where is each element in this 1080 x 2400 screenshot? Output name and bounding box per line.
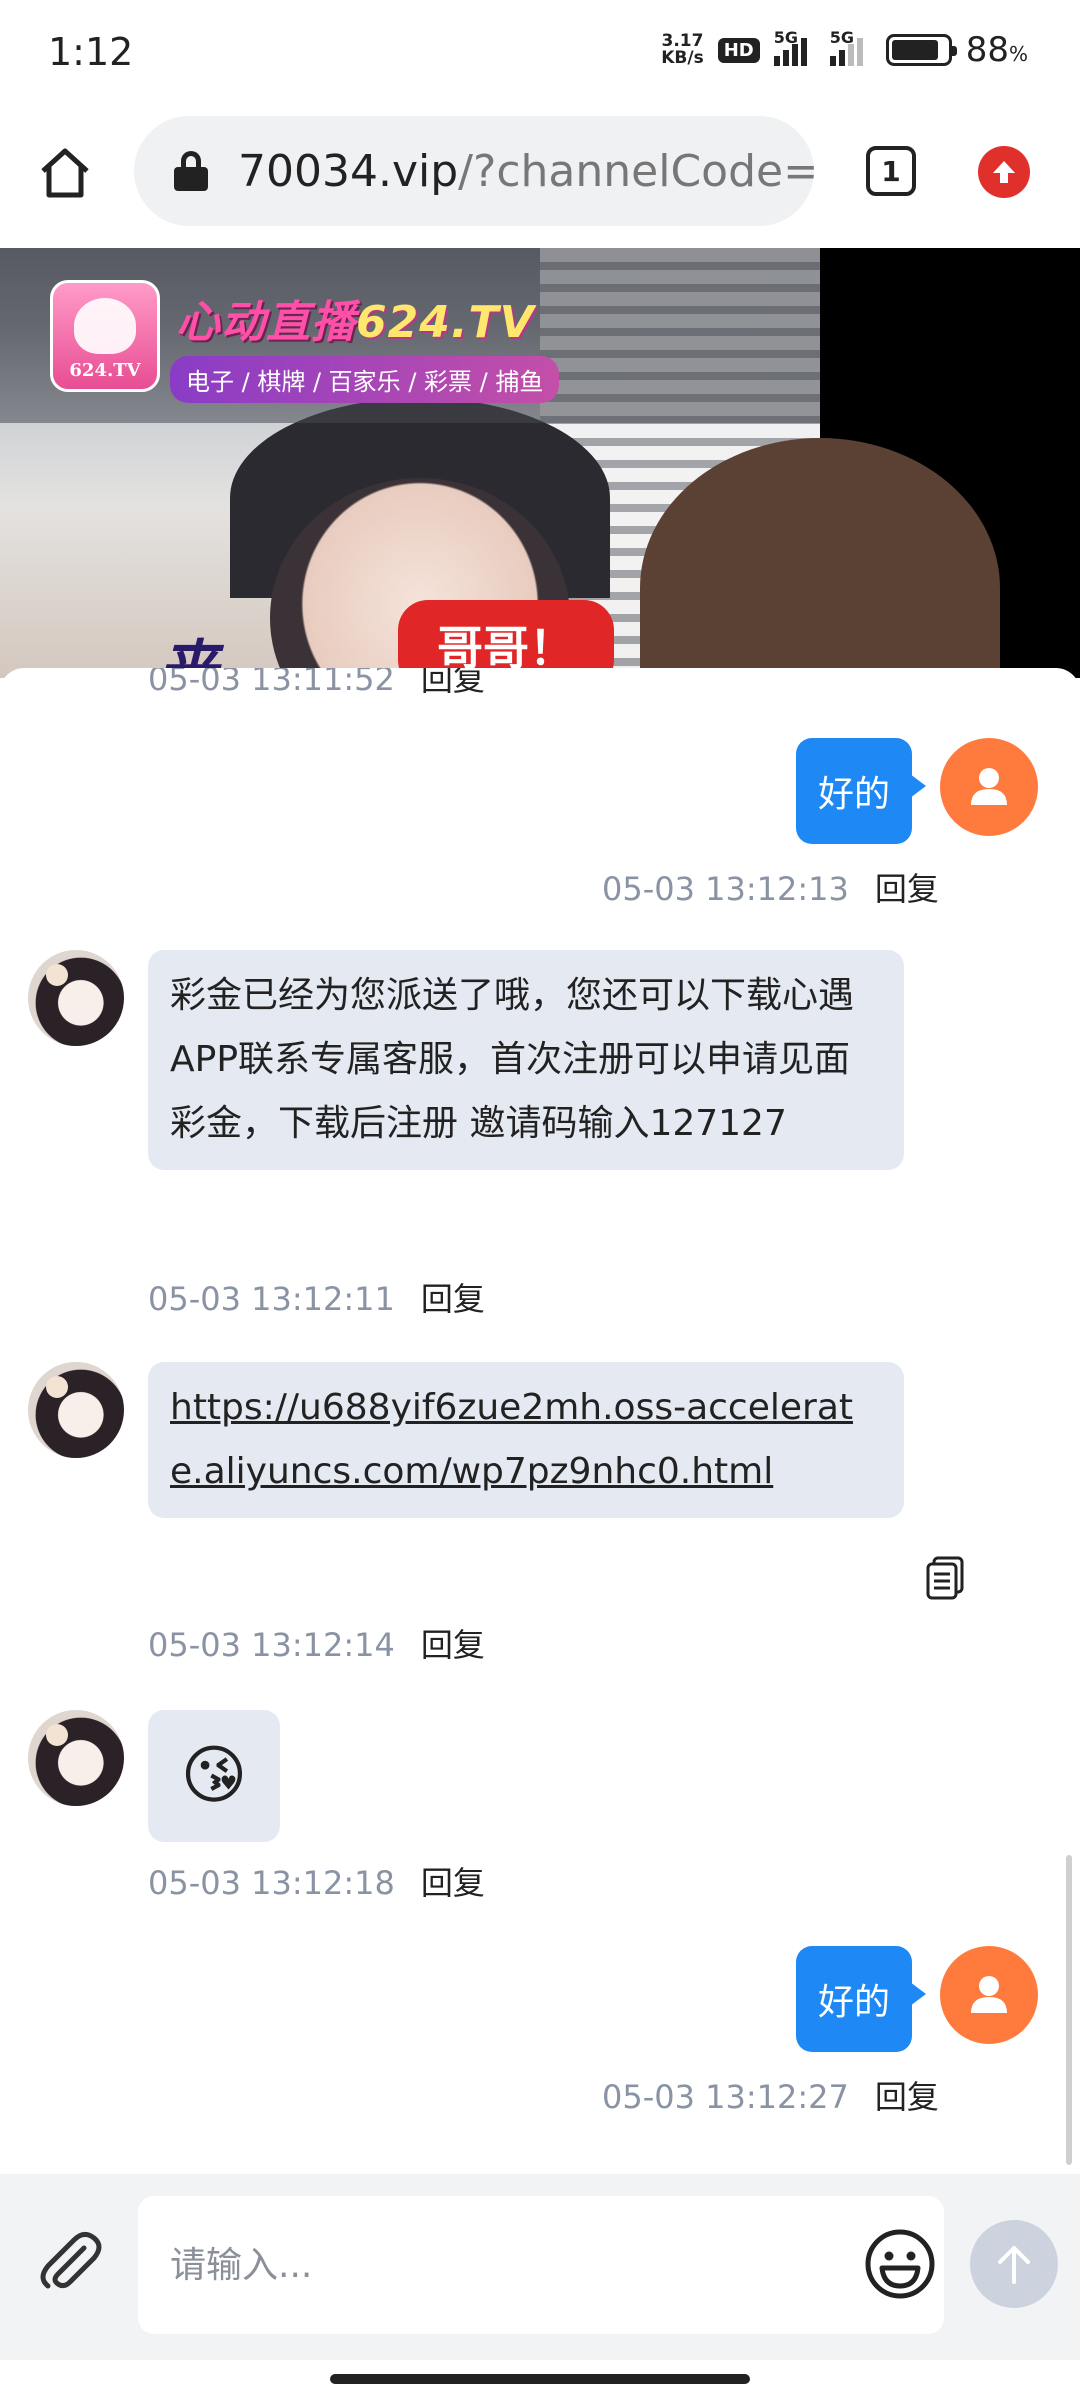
home-indicator[interactable] [330, 2374, 750, 2384]
tabs-button[interactable]: 1 [866, 146, 916, 196]
home-button[interactable] [32, 140, 98, 206]
avatar [940, 738, 1038, 836]
attach-icon[interactable] [34, 2226, 106, 2298]
status-time: 1:12 [48, 30, 134, 74]
message-input-container[interactable] [138, 2196, 944, 2334]
scrollbar[interactable] [1066, 1855, 1072, 2165]
tab-count: 1 [881, 154, 901, 188]
message-bubble-incoming[interactable]: 彩金已经为您派送了哦，您还可以下载心遇APP联系专属客服，首次注册可以申请见面彩… [148, 950, 904, 1170]
message-input[interactable] [170, 2196, 830, 2334]
message-meta: 05-03 13:11:52 回复 [148, 668, 485, 700]
status-indicators: 3.17 KB/s HD 5G 5G 88% [661, 28, 1028, 70]
avatar [940, 1946, 1038, 2044]
reply-link[interactable]: 回复 [421, 668, 485, 698]
address-bar[interactable]: 70034.vip/?channelCode=7 [134, 116, 814, 226]
reply-link[interactable]: 回复 [875, 2078, 939, 2116]
url-text: 70034.vip/?channelCode=7 [238, 145, 814, 197]
banner-badge: 哥哥！ [398, 600, 614, 678]
composer-bar [0, 2174, 1080, 2360]
reply-link[interactable]: 回复 [875, 870, 939, 908]
brand-title: 心动直播624.TV [176, 297, 535, 348]
reply-link[interactable]: 回复 [421, 1626, 485, 1664]
battery-icon [885, 34, 957, 66]
user-icon [971, 1976, 1007, 2013]
agent-avatar [28, 1710, 124, 1806]
message-bubble-outgoing[interactable]: 好的 [796, 1946, 927, 2052]
send-button[interactable] [970, 2220, 1058, 2308]
battery-percent: 88% [965, 30, 1028, 70]
emoji-kiss: 😘 [180, 1739, 248, 1813]
reply-link[interactable]: 回复 [421, 1280, 485, 1318]
lock-icon [174, 151, 208, 191]
send-icon [998, 2246, 1030, 2284]
message-meta: 05-03 13:12:18 回复 [148, 1864, 485, 1902]
signal-icon: 5G [773, 28, 816, 66]
network-speed: 3.17 KB/s [661, 31, 704, 68]
copy-icon[interactable] [926, 1556, 964, 1600]
browser-toolbar: 70034.vip/?channelCode=7 1 [0, 110, 1080, 248]
message-bubble-incoming[interactable]: 😘 [148, 1710, 280, 1842]
agent-avatar [28, 1362, 124, 1458]
hd-voice-icon: HD [717, 37, 760, 63]
agent-avatar [28, 950, 124, 1046]
update-button[interactable] [978, 146, 1030, 198]
message-meta: 05-03 13:12:13 回复 [602, 870, 939, 908]
message-meta: 05-03 13:12:14 回复 [148, 1626, 485, 1664]
promo-banner[interactable]: 624.TV 心动直播624.TV 电子 / 棋牌 / 百家乐 / 彩票 / 捕… [0, 248, 1080, 678]
user-icon [971, 768, 1007, 805]
home-icon [41, 148, 89, 198]
status-bar: 1:12 3.17 KB/s HD 5G 5G 88% [0, 0, 1080, 110]
chat-panel[interactable]: 05-03 13:11:52 回复 好的 05-03 13:12:13 回复 彩金已… [0, 668, 1080, 2174]
signal-icon-2: 5G [829, 28, 872, 66]
message-bubble-incoming[interactable]: https://u688yif6zue2mh.oss-accelerate.al… [148, 1362, 904, 1518]
emoji-icon[interactable] [864, 2228, 936, 2300]
message-bubble-outgoing[interactable]: 好的 [796, 738, 927, 844]
brand-logo: 624.TV [50, 280, 160, 392]
message-meta: 05-03 13:12:11 回复 [148, 1280, 485, 1318]
brand-subtitle: 电子 / 棋牌 / 百家乐 / 彩票 / 捕鱼 [170, 356, 560, 403]
message-link[interactable]: https://u688yif6zue2mh.oss-accelerate.al… [170, 1387, 853, 1492]
update-icon [993, 161, 1015, 183]
reply-link[interactable]: 回复 [421, 1864, 485, 1902]
message-meta: 05-03 13:12:27 回复 [602, 2078, 939, 2116]
